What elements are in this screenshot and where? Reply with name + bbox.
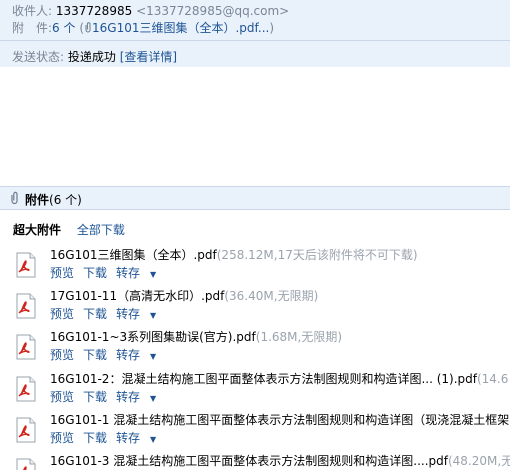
pdf-file-icon[interactable] (14, 458, 38, 470)
paperclip-icon (85, 22, 91, 33)
large-attachment-label: 超大附件 (13, 223, 62, 237)
preview-link[interactable]: 预览 (50, 390, 74, 404)
attachment-item: 16G101三维图集（全本）.pdf(258.12M,17天后该附件将不可下载)… (0, 246, 510, 286)
attachment-filename[interactable]: 16G101-2：混凝土结构施工图平面整体表示方法制图规则和构造详图... (1… (50, 372, 477, 386)
save-to-label[interactable]: 转存 (116, 266, 140, 280)
attachment-item: 17G101-11（高清无水印）.pdf(36.40M,无限期) 预览 下载 转存 ▼ (0, 287, 510, 327)
attachment-row: 附 件:6 个 (16G101三维图集（全本）.pdf...) (12, 19, 274, 36)
attachment-item: 16G101-1~3系列图集勘误(官方).pdf(1.68M,无限期) 预览 下载转… (0, 328, 510, 368)
attachment-actions: 预览 下载 转存 ▼ (50, 264, 174, 281)
attachment-name[interactable]: 16G101-1~3系列图集勘误(官方).pdf(1.68M,无限期) (50, 328, 342, 345)
save-to-label[interactable]: 转存 (116, 348, 140, 362)
attachment-actions: 预览 下载 转存 ▼ (50, 305, 174, 322)
save-to-link[interactable]: 转存 ▼ (116, 307, 165, 321)
recipient-label: 收件人: (12, 4, 53, 18)
status-row: 发送状态: 投递成功 [查看详情] (12, 48, 177, 65)
recipient-row: 收件人: 1337728985 <1337728985@qq.com> (12, 2, 289, 19)
attachment-name[interactable]: 16G101-2：混凝土结构施工图平面整体表示方法制图规则和构造详图... (1… (50, 370, 508, 387)
attachment-meta: (36.40M,无限期) (224, 289, 319, 303)
chevron-down-icon[interactable]: ▼ (150, 394, 156, 403)
paperclip-icon (11, 191, 18, 205)
attachment-filename[interactable]: 16G101-1~3系列图集勘误(官方).pdf (50, 330, 256, 344)
attachment-count-link[interactable]: 6 个 (52, 21, 75, 35)
download-link[interactable]: 下载 (83, 307, 107, 321)
attachment-name[interactable]: 16G101-1 混凝土结构施工图平面整体表示方法制图规则和构造详图（现浇混凝土… (50, 411, 509, 428)
save-to-label[interactable]: 转存 (116, 307, 140, 321)
attachment-meta: (14.6 (476, 372, 509, 386)
attachment-name[interactable]: 16G101-3 混凝土结构施工图平面整体表示方法制图规则和构造详图....pd… (50, 452, 510, 469)
save-to-link[interactable]: 转存 ▼ (116, 431, 165, 445)
attachment-meta: (1.68M,无限期) (255, 330, 343, 344)
save-to-link[interactable]: 转存 ▼ (116, 390, 165, 404)
attachment-label: 附 件: (12, 21, 53, 35)
attachments-header: 附件(6 个) (0, 186, 510, 210)
attachment-actions: 预览 下载 转存 ▼ (50, 388, 174, 405)
save-to-link[interactable]: 转存 ▼ (116, 348, 165, 362)
mail-header: 收件人: 1337728985 <1337728985@qq.com> 附 件:… (0, 0, 510, 67)
recipient-address: <1337728985@qq.com> (136, 4, 290, 18)
chevron-down-icon[interactable]: ▼ (150, 270, 156, 279)
attachments-title-text: 附件 (25, 193, 50, 207)
attachment-item: 16G101-3 混凝土结构施工图平面整体表示方法制图规则和构造详图....pd… (0, 452, 510, 470)
attachments-subbar: 超大附件 全部下载 (13, 221, 125, 238)
attachment-item: 16G101-1 混凝土结构施工图平面整体表示方法制图规则和构造详图（现浇混凝土… (0, 411, 510, 451)
attachment-actions: 预览 下载 转存 ▼ (50, 429, 174, 446)
pdf-file-icon[interactable] (14, 417, 38, 443)
status-label: 发送状态: (12, 50, 65, 64)
save-to-label[interactable]: 转存 (116, 431, 140, 445)
attachment-name[interactable]: 16G101三维图集（全本）.pdf(258.12M,17天后该附件将不可下载) (50, 246, 418, 263)
attachments-title: 附件(6 个) (25, 191, 82, 208)
attachment-name[interactable]: 17G101-11（高清无水印）.pdf(36.40M,无限期) (50, 287, 318, 304)
pdf-file-icon[interactable] (14, 334, 38, 360)
attachment-filename[interactable]: 17G101-11（高清无水印）.pdf (50, 289, 224, 303)
status-details-link[interactable]: [查看详情] (120, 50, 177, 64)
pdf-file-icon[interactable] (14, 252, 38, 278)
download-link[interactable]: 下载 (83, 431, 107, 445)
pdf-file-icon[interactable] (14, 293, 38, 319)
preview-link[interactable]: 预览 (50, 307, 74, 321)
attachment-actions: 预览 下载 转存 ▼ (50, 346, 174, 363)
chevron-down-icon[interactable]: ▼ (150, 435, 156, 444)
attachment-meta: (258.12M,17天后该附件将不可下载) (216, 248, 418, 262)
attachment-meta: (48.20M,无 (447, 454, 510, 468)
preview-link[interactable]: 预览 (50, 266, 74, 280)
status-value: 投递成功 (67, 50, 116, 64)
attachments-count: (6 个) (49, 193, 82, 207)
attachment-close-paren: ) (269, 21, 275, 35)
download-link[interactable]: 下载 (83, 348, 107, 362)
header-divider (0, 40, 510, 41)
chevron-down-icon[interactable]: ▼ (150, 311, 156, 320)
preview-link[interactable]: 预览 (50, 431, 74, 445)
download-link[interactable]: 下载 (83, 390, 107, 404)
chevron-down-icon[interactable]: ▼ (150, 352, 156, 361)
attachment-summary-link[interactable]: 16G101三维图集（全本）.pdf... (92, 21, 269, 35)
attachment-filename[interactable]: 16G101-1 混凝土结构施工图平面整体表示方法制图规则和构造详图（现浇混凝土… (50, 413, 509, 427)
attachment-filename[interactable]: 16G101-3 混凝土结构施工图平面整体表示方法制图规则和构造详图....pd… (50, 454, 448, 468)
save-to-link[interactable]: 转存 ▼ (116, 266, 165, 280)
preview-link[interactable]: 预览 (50, 348, 74, 362)
save-to-label[interactable]: 转存 (116, 390, 140, 404)
recipient-name[interactable]: 1337728985 (56, 4, 132, 18)
attachment-filename[interactable]: 16G101三维图集（全本）.pdf (50, 248, 217, 262)
attachment-item: 16G101-2：混凝土结构施工图平面整体表示方法制图规则和构造详图... (1… (0, 370, 510, 410)
download-all-link[interactable]: 全部下载 (77, 223, 125, 237)
download-link[interactable]: 下载 (83, 266, 107, 280)
pdf-file-icon[interactable] (14, 376, 38, 402)
